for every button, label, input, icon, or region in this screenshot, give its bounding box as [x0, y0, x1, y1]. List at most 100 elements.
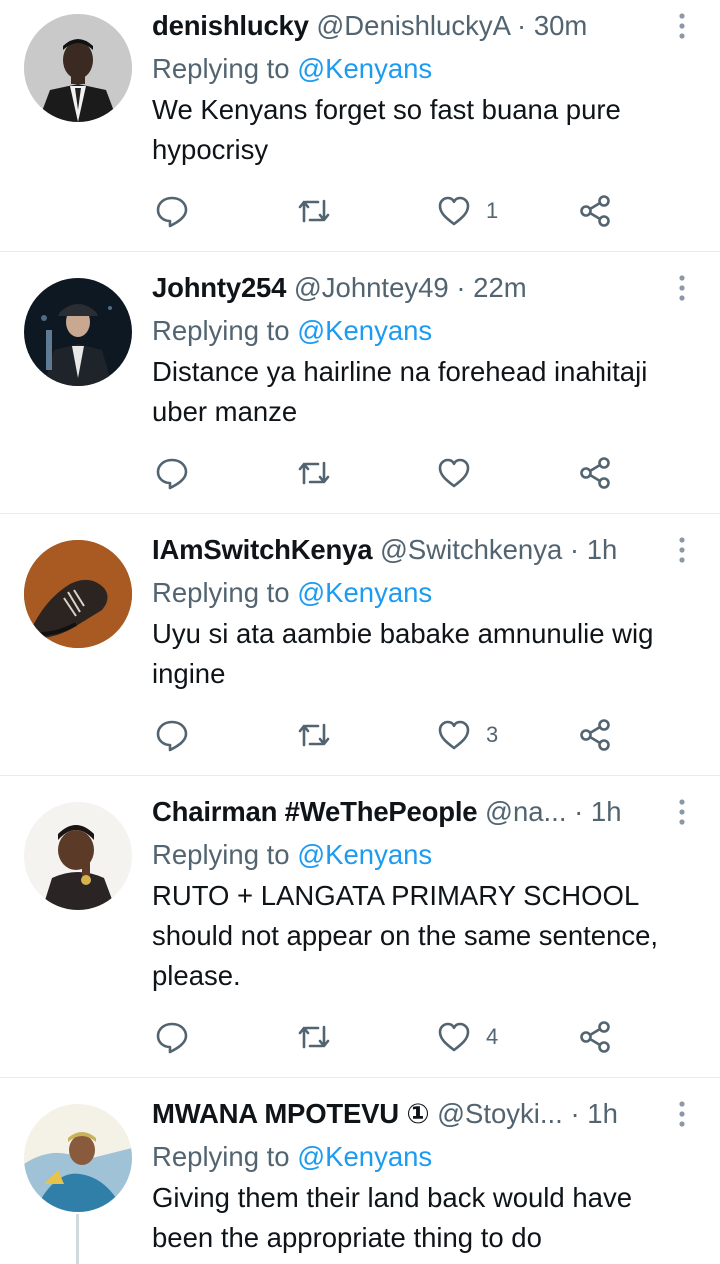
separator-dot: ·	[569, 534, 580, 565]
like-count: 1	[486, 198, 499, 223]
share-nodes-icon	[580, 195, 610, 227]
avatar[interactable]	[24, 14, 132, 122]
retweet-button[interactable]	[296, 186, 332, 236]
tweet-text: Giving them their land back would have b…	[152, 1182, 632, 1253]
vertical-dots-more-icon[interactable]	[664, 534, 700, 566]
tweet-item[interactable]: Chairman #WeThePeople @na... · 1h Replyi…	[0, 776, 720, 1078]
like-button[interactable]: 4	[436, 1012, 498, 1062]
share-button[interactable]	[578, 448, 614, 498]
user-handle[interactable]: @na...	[485, 796, 566, 827]
heart-icon	[438, 720, 470, 750]
replying-to: Replying to @Kenyans	[152, 572, 700, 614]
replying-to-label: Replying to	[152, 53, 290, 84]
vertical-dots-more-icon[interactable]	[664, 10, 700, 42]
heart-icon	[438, 196, 470, 226]
reply-button[interactable]	[154, 1012, 190, 1062]
avatar[interactable]	[24, 1104, 132, 1212]
user-handle[interactable]: @Switchkenya	[380, 534, 562, 565]
like-count: 4	[486, 1024, 499, 1049]
thread-connector-line	[76, 1214, 79, 1264]
user-handle[interactable]: @DenishluckyA	[316, 10, 509, 41]
reply-button[interactable]	[154, 186, 190, 236]
reply-bubble-icon	[156, 720, 188, 752]
separator-dot: ·	[456, 272, 466, 303]
vertical-dots-more-icon[interactable]	[664, 796, 700, 828]
share-button[interactable]	[578, 186, 614, 236]
tweet-header: MWANA MPOTEVU ① @Stoyki... · 1h	[152, 1092, 700, 1136]
replying-to: Replying to @Kenyans	[152, 1136, 700, 1178]
timestamp[interactable]: 1h	[587, 534, 618, 565]
retweet-button[interactable]	[296, 1012, 332, 1062]
like-button[interactable]: 1	[436, 186, 498, 236]
share-nodes-icon	[580, 719, 610, 751]
replying-to-mention[interactable]: @Kenyans	[297, 1141, 432, 1172]
replying-to: Replying to @Kenyans	[152, 48, 700, 90]
replying-to-mention[interactable]: @Kenyans	[297, 315, 432, 346]
reply-bubble-icon	[156, 1022, 188, 1054]
share-nodes-icon	[580, 1021, 610, 1053]
tweet-item[interactable]: IAmSwitchKenya @Switchkenya · 1h Replyin…	[0, 514, 720, 776]
replying-to-mention[interactable]: @Kenyans	[297, 577, 432, 608]
tweet-item[interactable]: Johnty254 @Johntey49 · 22m Replying to @…	[0, 252, 720, 514]
retweet-arrows-icon	[298, 199, 330, 223]
replying-to-label: Replying to	[152, 315, 290, 346]
tweet-item[interactable]: denishlucky @DenishluckyA · 30m Replying…	[0, 0, 720, 252]
replying-to-label: Replying to	[152, 1141, 290, 1172]
tweet-actions: 4	[152, 1012, 632, 1062]
reply-feed: denishlucky @DenishluckyA · 30m Replying…	[0, 0, 720, 1264]
avatar[interactable]	[24, 278, 132, 386]
separator-dot: ·	[570, 1098, 580, 1129]
vertical-dots-more-icon[interactable]	[664, 1098, 700, 1130]
like-button[interactable]	[436, 448, 486, 498]
replying-to-mention[interactable]: @Kenyans	[297, 839, 432, 870]
reply-bubble-icon	[156, 196, 188, 228]
tweet-item[interactable]: MWANA MPOTEVU ① @Stoyki... · 1h Replying…	[0, 1078, 720, 1264]
tweet-actions: 3	[152, 710, 632, 760]
like-button[interactable]: 3	[436, 710, 498, 760]
display-name[interactable]: Johnty254	[152, 272, 286, 303]
retweet-arrows-icon	[298, 723, 330, 747]
timestamp[interactable]: 1h	[591, 796, 622, 827]
retweet-arrows-icon	[298, 461, 330, 485]
tweet-header: IAmSwitchKenya @Switchkenya · 1h	[152, 528, 700, 572]
user-handle[interactable]: @Johntey49	[294, 272, 449, 303]
timestamp[interactable]: 30m	[534, 10, 588, 41]
share-button[interactable]	[578, 1012, 614, 1062]
tweet-header: denishlucky @DenishluckyA · 30m	[152, 4, 700, 48]
like-count: 3	[486, 722, 499, 747]
retweet-arrows-icon	[298, 1025, 330, 1049]
replying-to-label: Replying to	[152, 839, 290, 870]
replying-to-mention[interactable]: @Kenyans	[297, 53, 432, 84]
heart-icon	[438, 1022, 470, 1052]
tweet-text: Uyu si ata aambie babake amnunulie wig i…	[152, 618, 654, 689]
retweet-button[interactable]	[296, 710, 332, 760]
tweet-text: We Kenyans forget so fast buana pure hyp…	[152, 94, 621, 165]
share-button[interactable]	[578, 710, 614, 760]
display-name[interactable]: IAmSwitchKenya	[152, 534, 373, 565]
retweet-button[interactable]	[296, 448, 332, 498]
tweet-actions: 1	[152, 186, 632, 236]
display-name[interactable]: Chairman #WeThePeople	[152, 796, 478, 827]
display-name[interactable]: denishlucky	[152, 10, 309, 41]
replying-to-label: Replying to	[152, 577, 290, 608]
tweet-text: Distance ya hairline na forehead inahita…	[152, 356, 648, 427]
replying-to: Replying to @Kenyans	[152, 310, 700, 352]
share-nodes-icon	[580, 457, 610, 489]
tweet-text: RUTO + LANGATA PRIMARY SCHOOL should not…	[152, 880, 659, 991]
reply-button[interactable]	[154, 710, 190, 760]
tweet-header: Johnty254 @Johntey49 · 22m	[152, 266, 700, 310]
tweet-header: Chairman #WeThePeople @na... · 1h	[152, 790, 700, 834]
reply-button[interactable]	[154, 448, 190, 498]
tweet-actions	[152, 448, 632, 498]
vertical-dots-more-icon[interactable]	[664, 272, 700, 304]
user-handle[interactable]: @Stoyki...	[437, 1098, 563, 1129]
display-name[interactable]: MWANA MPOTEVU ①	[152, 1098, 430, 1129]
separator-dot: ·	[517, 10, 527, 41]
separator-dot: ·	[574, 796, 584, 827]
timestamp[interactable]: 1h	[587, 1098, 618, 1129]
reply-bubble-icon	[156, 458, 188, 490]
replying-to: Replying to @Kenyans	[152, 834, 700, 876]
avatar[interactable]	[24, 540, 132, 648]
timestamp[interactable]: 22m	[473, 272, 527, 303]
avatar[interactable]	[24, 802, 132, 910]
